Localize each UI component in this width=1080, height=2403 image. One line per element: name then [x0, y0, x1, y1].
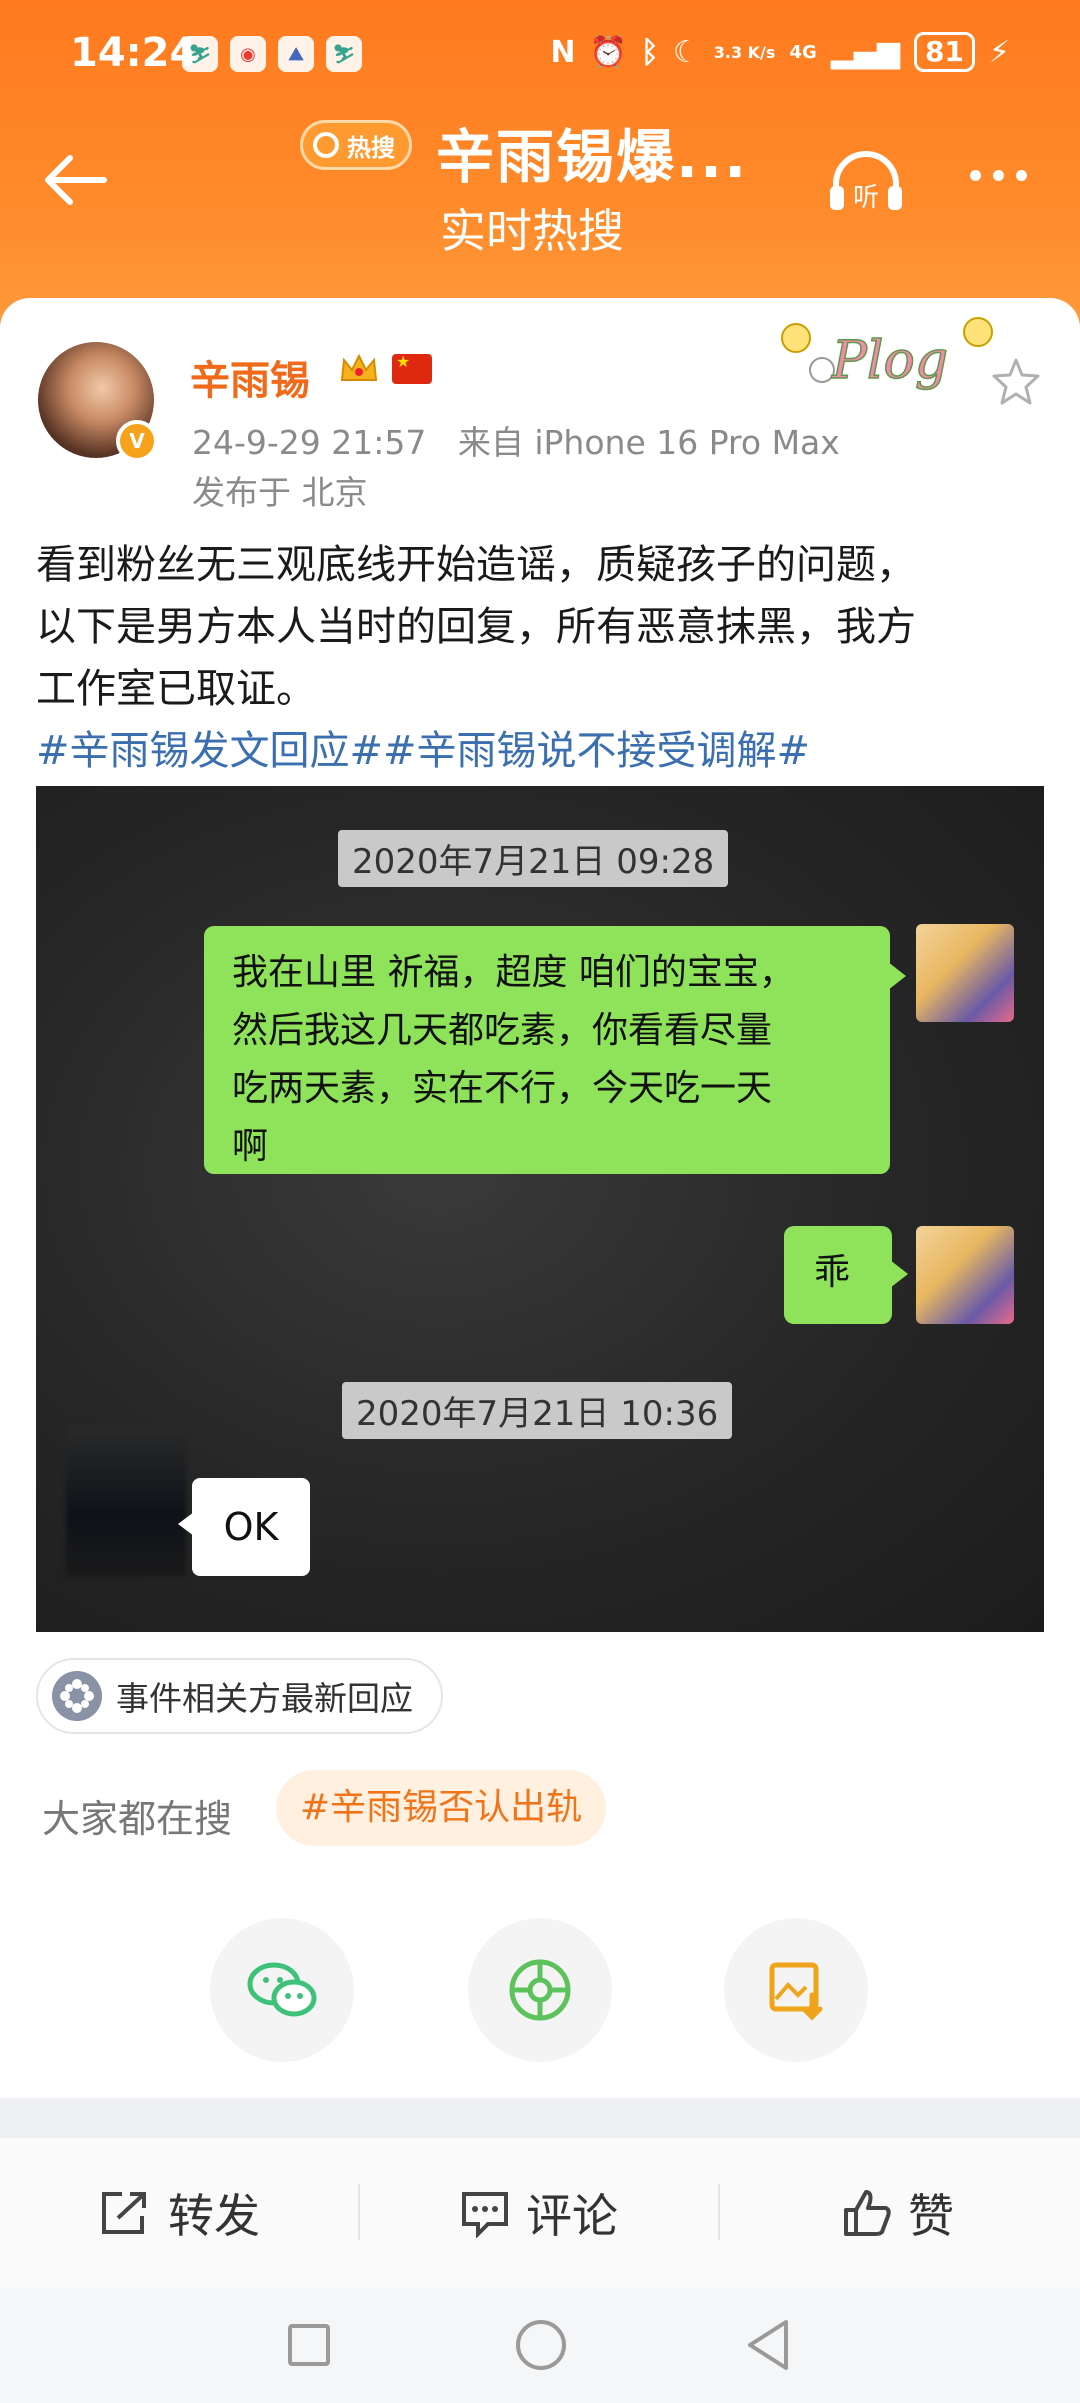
like-label: 赞	[908, 2189, 954, 2243]
share-moments-button[interactable]	[468, 1918, 612, 2062]
favorite-star-icon[interactable]	[990, 356, 1042, 408]
section-divider	[0, 2098, 1080, 2138]
blurred-avatar	[66, 1426, 186, 1576]
net-speed: 3.3 K/s	[713, 42, 776, 62]
signal-icon: ▂▄▆	[830, 34, 900, 70]
page-title: 辛雨锡爆...	[436, 123, 749, 191]
back-triangle-icon[interactable]	[744, 2318, 792, 2372]
app-notification-icon: ⛷	[182, 36, 218, 72]
post-body-line: 以下是男方本人当时的回复，所有恶意抹黑，我方	[36, 604, 916, 650]
app-notification-icon: ⛷	[326, 36, 362, 72]
comment-label: 评论	[526, 2189, 618, 2243]
status-app-icons: ⛷ ◉ ⛰ ⛷	[182, 36, 362, 72]
plog-label: Plog	[831, 331, 948, 391]
chat-bubble-sent: 我在山里 祈福，超度 咱们的宝宝， 然后我这几天都吃素，你看看尽量 吃两天素，实…	[204, 926, 906, 1174]
chat-avatar	[916, 924, 1014, 1022]
chat-timestamp: 2020年7月21日 09:28	[338, 830, 729, 887]
chat-line: 然后我这几天都吃素，你看看尽量	[232, 1010, 773, 1051]
chat-line: 啊	[232, 1126, 269, 1167]
network-type: 4G	[789, 41, 817, 63]
page-subtitle: 实时热搜	[440, 204, 624, 258]
chat-avatar	[916, 1226, 1014, 1324]
more-options-icon[interactable]	[970, 170, 1027, 181]
status-time: 14:24	[70, 30, 198, 76]
status-indicators: N ⏰ ᛒ ☾ 3.3 K/s 4G ▂▄▆ 81 ⚡	[550, 32, 1010, 72]
save-image-button[interactable]	[724, 1918, 868, 2062]
crown-icon	[340, 353, 378, 381]
home-icon[interactable]	[516, 2320, 566, 2370]
chat-line: 吃两天素，实在不行，今天吃一天	[232, 1068, 773, 1109]
post-image[interactable]: 2020年7月21日 09:28 我在山里 祈福，超度 咱们的宝宝， 然后我这几…	[36, 786, 1044, 1632]
event-flower-icon	[52, 1671, 102, 1721]
app-notification-icon: ◉	[230, 36, 266, 72]
back-arrow-icon[interactable]	[40, 150, 110, 210]
post-source: 来自 iPhone 16 Pro Max	[457, 423, 840, 462]
thumbs-up-icon	[844, 2190, 891, 2236]
bluetooth-icon: ᛒ	[640, 34, 659, 70]
header-bar: 14:24 ⛷ ◉ ⛰ ⛷ N ⏰ ᛒ ☾ 3.3 K/s 4G ▂▄▆ 81 …	[0, 0, 1080, 330]
status-bar: 14:24 ⛷ ◉ ⛰ ⛷ N ⏰ ᛒ ☾ 3.3 K/s 4G ▂▄▆ 81 …	[0, 22, 1080, 92]
hot-search-badge: 热搜	[300, 120, 412, 170]
repost-button[interactable]: 转发	[98, 2138, 260, 2288]
event-update-pill[interactable]: 事件相关方最新回应	[36, 1658, 443, 1734]
headphones-icon[interactable]: 听	[826, 146, 906, 216]
author-name[interactable]: 辛雨锡	[190, 348, 310, 406]
moments-icon	[509, 1959, 571, 2021]
post-body-line: 看到粉丝无三观底线开始造谣，质疑孩子的问题，	[36, 542, 916, 588]
nfc-icon: N	[550, 34, 576, 70]
action-separator	[718, 2184, 720, 2240]
share-arrow-icon	[102, 2192, 146, 2234]
nav-bar: 热搜 辛雨锡爆... 实时热搜 听	[0, 100, 1080, 270]
chat-timestamp: 2020年7月21日 10:36	[342, 1382, 733, 1439]
comment-button[interactable]: 评论	[460, 2138, 618, 2288]
app-notification-icon: ⛰	[278, 36, 314, 72]
post-meta: 24-9-29 21:57 来自 iPhone 16 Pro Max	[192, 416, 840, 464]
plog-sticker-icon: Plog	[781, 317, 993, 392]
chat-bubble-sent: 乖	[784, 1226, 908, 1324]
post-location: 发布于 北京	[192, 473, 368, 512]
verified-badge: V	[116, 420, 158, 462]
listen-label: 听	[853, 183, 879, 213]
post-body: 看到粉丝无三观底线开始造谣，质疑孩子的问题， 以下是男方本人当时的回复，所有恶意…	[36, 534, 1046, 720]
trending-search-tag[interactable]: #辛雨锡否认出轨	[276, 1770, 607, 1846]
repost-label: 转发	[168, 2189, 260, 2243]
china-flag-icon	[392, 352, 432, 384]
comment-icon	[462, 2192, 508, 2238]
recent-apps-icon[interactable]	[288, 2324, 330, 2366]
chat-bubble-received: OK	[178, 1478, 310, 1576]
like-button[interactable]: 赞	[842, 2138, 954, 2288]
alarm-icon: ⏰	[589, 34, 627, 70]
search-icon	[313, 132, 339, 158]
chat-line: 我在山里 祈福，超度 咱们的宝宝，	[232, 952, 795, 993]
system-nav-bar	[0, 2288, 1080, 2403]
post-hashtags[interactable]: #辛雨锡发文回应##辛雨锡说不接受调解#	[36, 718, 810, 776]
save-image-icon	[769, 1962, 823, 2021]
post-body-line: 工作室已取证。	[36, 666, 316, 712]
post-card: V 辛雨锡 24-9-29 21:57 来自 iPhone 16 Pro Max…	[0, 298, 1080, 2098]
event-pill-label: 事件相关方最新回应	[116, 1679, 413, 1718]
trending-searches-label: 大家都在搜	[42, 1797, 233, 1841]
battery-level: 81	[913, 32, 975, 72]
moon-icon: ☾	[672, 34, 700, 70]
hot-search-label: 热搜	[347, 133, 395, 162]
charging-icon: ⚡	[988, 34, 1010, 70]
post-timestamp: 24-9-29 21:57	[192, 423, 427, 462]
share-wechat-button[interactable]	[210, 1918, 354, 2062]
action-bar: 转发 评论 赞	[0, 2138, 1080, 2288]
action-separator	[358, 2184, 360, 2240]
wechat-icon	[247, 1962, 317, 2017]
